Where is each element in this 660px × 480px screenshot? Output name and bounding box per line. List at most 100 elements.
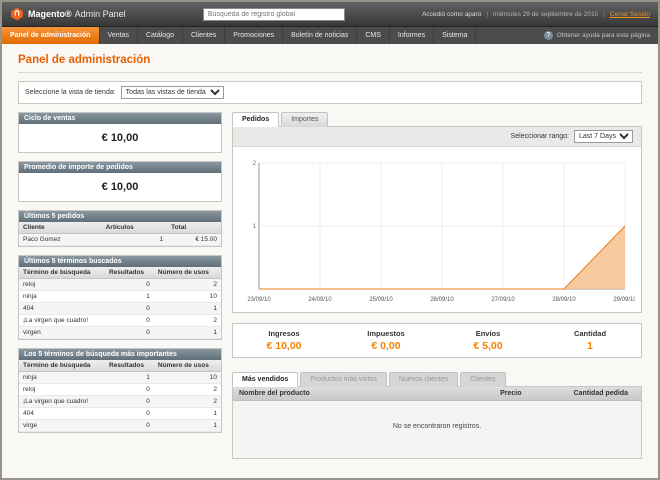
cell-results: 0 <box>105 279 154 291</box>
grid-tab[interactable]: Más vendidos <box>232 372 298 387</box>
col-header: Término de búsqueda <box>19 267 105 279</box>
table-row[interactable]: 404 0 1 <box>19 408 221 420</box>
total-value: 1 <box>539 340 641 352</box>
table-header-row: Cliente Artículos Total <box>19 222 221 234</box>
nav-item[interactable]: Boletín de noticias <box>283 27 357 44</box>
last-search-terms-table: Término de búsqueda Resultados Número de… <box>19 267 221 339</box>
table-row[interactable]: Paco Gomez 1 € 15.00 <box>19 234 221 246</box>
total-value: € 10,00 <box>233 340 335 352</box>
help-link[interactable]: ? Obtener ayuda para esta página <box>544 27 658 44</box>
cell-term: ninja <box>19 291 105 303</box>
table-row[interactable]: 404 0 1 <box>19 303 221 315</box>
total-label: Ingresos <box>233 329 335 338</box>
svg-text:28/09/10: 28/09/10 <box>552 297 576 303</box>
cell-total: € 15.00 <box>167 234 221 246</box>
total-value: € 5,00 <box>437 340 539 352</box>
last-orders-card: Últimos 5 pedidos Cliente Artículos Tota… <box>18 210 222 247</box>
logo-text: Magento®Admin Panel <box>28 9 126 19</box>
table-row[interactable]: virge 0 1 <box>19 420 221 432</box>
last-search-terms-card: Últimos 5 términos buscados Término de b… <box>18 255 222 340</box>
nav-item[interactable]: Promociones <box>225 27 283 44</box>
cell-term: reloj <box>19 384 105 396</box>
col-header: Resultados <box>105 360 154 372</box>
table-row[interactable]: virgen 0 1 <box>19 327 221 339</box>
table-row[interactable]: reloj 0 2 <box>19 384 221 396</box>
nav-item[interactable]: Panel de administración <box>2 27 100 44</box>
col-header: Nombre del producto <box>233 387 494 401</box>
grid-tab[interactable]: Productos más vistos <box>300 372 387 387</box>
orders-chart: 1223/09/1024/09/1025/09/1026/09/1027/09/… <box>243 155 635 305</box>
nav-item[interactable]: Ventas <box>100 27 138 44</box>
account-info: Accedió como aparo | miércoles 29 de sep… <box>422 11 650 18</box>
table-row[interactable]: ¡La virgen que cuadro! 0 2 <box>19 396 221 408</box>
cell-term: 404 <box>19 408 105 420</box>
global-search-input[interactable] <box>203 8 345 21</box>
range-select[interactable]: Last 7 Days <box>574 130 633 143</box>
dashboard-totals: Ingresos € 10,00 Impuestos € 0,00 Envíos… <box>232 323 642 358</box>
top-search-terms-table: Término de búsqueda Resultados Número de… <box>19 360 221 432</box>
dashboard-columns: Ciclo de ventas € 10,00 Promedio de impo… <box>18 112 642 459</box>
range-bar: Seleccionar rango: Last 7 Days <box>233 127 641 147</box>
dashboard-total: Impuestos € 0,00 <box>335 329 437 352</box>
table-header-row: Término de búsqueda Resultados Número de… <box>19 360 221 372</box>
nav-item[interactable]: Informes <box>390 27 434 44</box>
avg-order-title: Promedio de importe de pedidos <box>19 162 221 173</box>
store-view-select[interactable]: Todas las vistas de tienda <box>121 86 224 99</box>
cell-uses: 2 <box>154 315 221 327</box>
store-view-label: Seleccione la vista de tienda: <box>25 89 116 96</box>
table-row[interactable]: ¡La virgen que cuadro! 0 2 <box>19 315 221 327</box>
avg-order-value: € 10,00 <box>19 173 221 201</box>
chart-tab[interactable]: Pedidos <box>232 112 279 127</box>
total-label: Envíos <box>437 329 539 338</box>
cell-results: 1 <box>105 372 154 384</box>
col-header: Cantidad pedida <box>568 387 641 401</box>
table-row[interactable]: ninja 1 10 <box>19 291 221 303</box>
nav-item[interactable]: Clientes <box>183 27 225 44</box>
current-date: miércoles 29 de septiembre de 2010 <box>493 11 598 18</box>
logo-suffix: Admin Panel <box>75 9 126 19</box>
cell-results: 0 <box>105 303 154 315</box>
chart-tab[interactable]: Importes <box>281 112 328 127</box>
dashboard-total: Cantidad 1 <box>539 329 641 352</box>
products-table: Nombre del producto Precio Cantidad pedi… <box>233 387 641 458</box>
help-label: Obtener ayuda para esta página <box>557 32 650 39</box>
cell-uses: 1 <box>154 420 221 432</box>
empty-row: No se encontraron registros. <box>233 401 641 459</box>
top-search-terms-card: Los 5 términos de búsqueda más important… <box>18 348 222 433</box>
last-orders-table: Cliente Artículos Total Paco Gomez 1 <box>19 222 221 246</box>
chart-tabs: Pedidos Importes <box>232 112 642 126</box>
help-icon: ? <box>544 31 553 40</box>
cell-term: reloj <box>19 279 105 291</box>
cell-items: 1 <box>102 234 168 246</box>
last-search-terms-title: Últimos 5 términos buscados <box>19 256 221 267</box>
cell-results: 0 <box>105 384 154 396</box>
cell-uses: 1 <box>154 408 221 420</box>
grid-tab[interactable]: Clientes <box>460 372 505 387</box>
table-row[interactable]: ninja 1 10 <box>19 372 221 384</box>
cell-uses: 10 <box>154 372 221 384</box>
nav-item[interactable]: Catálogo <box>138 27 183 44</box>
table-row[interactable]: reloj 0 2 <box>19 279 221 291</box>
dashboard-total: Ingresos € 10,00 <box>233 329 335 352</box>
nav-items: Panel de administración Ventas Catálogo … <box>2 27 476 44</box>
admin-window: Magento®Admin Panel Accedió como aparo |… <box>0 0 660 480</box>
range-label: Seleccionar rango: <box>511 133 569 140</box>
nav-item[interactable]: Sistema <box>434 27 476 44</box>
logout-link[interactable]: Cerrar Sesión <box>610 11 650 18</box>
nav-item[interactable]: CMS <box>357 27 390 44</box>
sales-cycle-card: Ciclo de ventas € 10,00 <box>18 112 222 153</box>
sales-cycle-value: € 10,00 <box>19 124 221 152</box>
cell-uses: 2 <box>154 396 221 408</box>
logged-in-as: Accedió como aparo <box>422 11 481 18</box>
grid-tab[interactable]: Nuevos clientes <box>389 372 458 387</box>
svg-text:29/09/10: 29/09/10 <box>613 297 635 303</box>
last-orders-title: Últimos 5 pedidos <box>19 211 221 222</box>
separator: | <box>603 11 605 18</box>
chart-area: 1223/09/1024/09/1025/09/1026/09/1027/09/… <box>233 147 641 312</box>
page-title: Panel de administración <box>18 54 642 66</box>
total-label: Cantidad <box>539 329 641 338</box>
right-column: Pedidos Importes Seleccionar rango: Last… <box>232 112 642 459</box>
col-header: Resultados <box>105 267 154 279</box>
avg-order-card: Promedio de importe de pedidos € 10,00 <box>18 161 222 202</box>
cell-results: 0 <box>105 315 154 327</box>
